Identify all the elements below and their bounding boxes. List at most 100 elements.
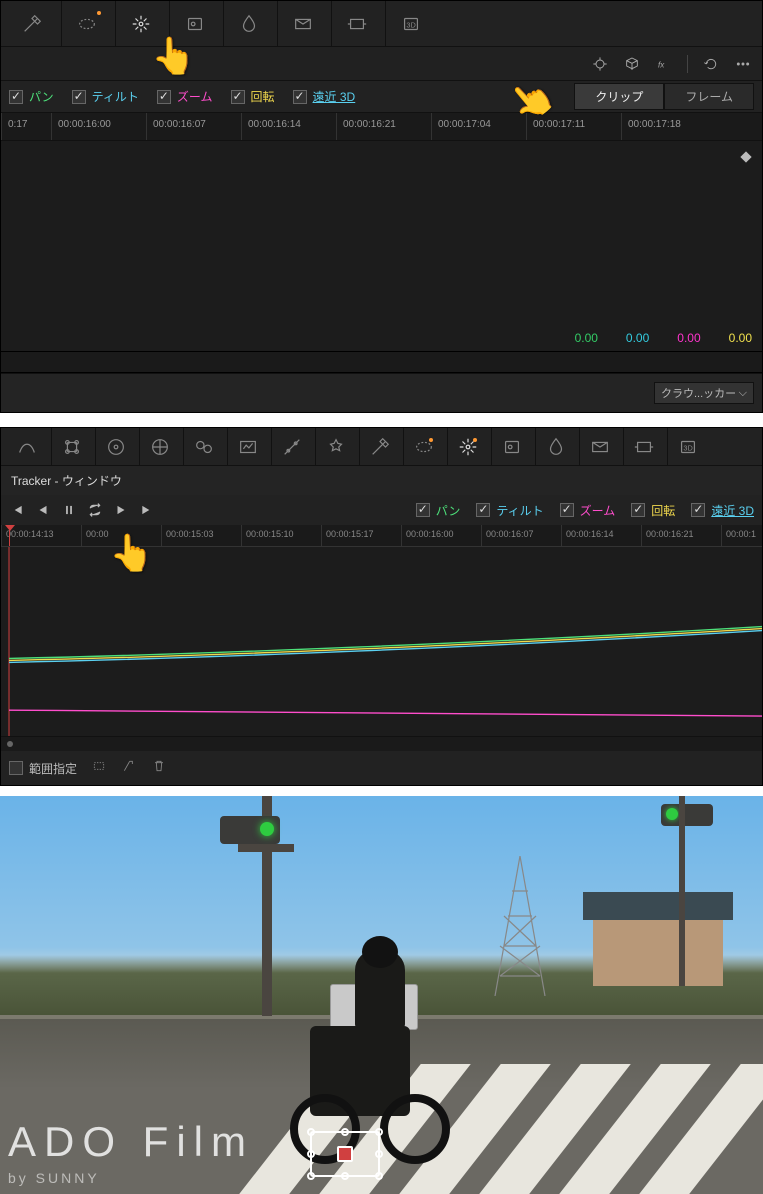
check-zoom[interactable]: ズーム	[157, 88, 213, 105]
window-shape2-icon[interactable]	[403, 428, 443, 466]
pause-button[interactable]	[61, 502, 77, 518]
clip-frame-tabs: クリップ フレーム	[574, 83, 754, 110]
check-perspective-3d-2[interactable]: 遠近 3D	[691, 502, 754, 519]
sizing2-icon[interactable]	[623, 428, 663, 466]
ruler-tick: 00:00:16:07	[146, 113, 241, 140]
tool-palette-top: 3D	[1, 1, 762, 47]
ruler-tick: 00:00:16:21	[336, 113, 431, 140]
add-point-icon[interactable]	[121, 758, 137, 779]
magic-mask2-icon[interactable]	[491, 428, 531, 466]
warper-icon[interactable]	[51, 428, 91, 466]
ruler-tick: 00:00:17:04	[431, 113, 526, 140]
tracker2-icon[interactable]	[447, 428, 487, 466]
trash-icon[interactable]	[151, 758, 167, 779]
keyframe-diamond-icon[interactable]	[740, 151, 751, 162]
check-rotate-2[interactable]: 回転	[631, 502, 675, 519]
tracker-fx-icon[interactable]: fx	[651, 51, 677, 77]
warp-icon[interactable]	[315, 428, 355, 466]
check-rotate[interactable]: 回転	[231, 88, 275, 105]
check-tilt[interactable]: ティルト	[72, 88, 139, 105]
tracker-type-dropdown[interactable]: クラウ...ッカー ⌵	[654, 382, 754, 404]
tracker-subtoolbar: fx	[1, 47, 762, 81]
tracker-type-row: クラウ...ッカー ⌵	[1, 373, 762, 412]
tab-clip[interactable]: クリップ	[574, 83, 664, 110]
gap	[0, 786, 763, 796]
check-tilt-2[interactable]: ティルト	[476, 502, 543, 519]
scene-motorcycle	[270, 926, 440, 1156]
playhead[interactable]	[9, 525, 10, 546]
tracker-panel-clip: 3D 👆 fx パン ティルト ズーム 回転 遠近 3D クリップ フレーム 👆…	[0, 0, 763, 413]
track-rev-all-button[interactable]	[9, 502, 25, 518]
hdr-wheel-icon[interactable]	[139, 428, 179, 466]
track-fwd-all-button[interactable]	[139, 502, 155, 518]
dropdown-label: クラウ...ッカー	[661, 385, 736, 401]
key2-icon[interactable]	[579, 428, 619, 466]
tracker-playbar: パン ティルト ズーム 回転 遠近 3D	[1, 495, 762, 525]
blur2-icon[interactable]	[535, 428, 575, 466]
watermark-text: ADO Film	[8, 1118, 254, 1166]
check-zoom-2[interactable]: ズーム	[560, 502, 616, 519]
check-pan-2[interactable]: パン	[416, 502, 461, 519]
tracker-cube-icon[interactable]	[619, 51, 645, 77]
ruler-tick: 00:00:16:21	[641, 525, 721, 546]
handle-ml[interactable]	[307, 1150, 315, 1158]
check-perspective-3d[interactable]: 遠近 3D	[293, 88, 356, 105]
scroll-indicator[interactable]	[1, 737, 762, 751]
check-pan[interactable]: パン	[9, 88, 54, 105]
track-window-overlay[interactable]	[310, 1131, 380, 1177]
magic-mask-icon[interactable]	[169, 1, 219, 47]
handle-center[interactable]	[337, 1146, 353, 1162]
ruler-tick: 00:00:15:10	[241, 525, 321, 546]
tracker-graph-curves[interactable]	[1, 547, 762, 737]
ruler-tick: 00:00:17:18	[621, 113, 716, 140]
track-axis-checkboxes-2: パン ティルト ズーム 回転 遠近 3D	[416, 502, 754, 519]
sizing-icon[interactable]	[331, 1, 381, 47]
scopes-icon[interactable]	[227, 428, 267, 466]
wheel-icon[interactable]	[95, 428, 135, 466]
check-range-spec[interactable]: 範囲指定	[9, 760, 77, 777]
track-rev-step-button[interactable]	[35, 502, 51, 518]
tab-frame[interactable]: フレーム	[664, 83, 754, 110]
handle-tr[interactable]	[375, 1128, 383, 1136]
blur-icon[interactable]	[223, 1, 273, 47]
tracker-target-icon[interactable]	[587, 51, 613, 77]
3d2-icon[interactable]: 3D	[667, 428, 707, 466]
timeline-ruler-2[interactable]: 00:00:14:13 00:00 00:00:15:03 00:00:15:1…	[1, 525, 762, 547]
3d-icon[interactable]: 3D	[385, 1, 435, 47]
ruler-tick: 00:00:16:14	[561, 525, 641, 546]
scene-signal-front	[220, 816, 280, 844]
ruler-tick: 00:00:16:00	[401, 525, 481, 546]
key-icon[interactable]	[277, 1, 327, 47]
ruler-tick: 00:00:1	[721, 525, 762, 546]
tracker-graph-empty[interactable]: 0.00 0.00 0.00 0.00	[1, 141, 762, 351]
handle-mr[interactable]	[375, 1150, 383, 1158]
options-icon[interactable]	[730, 51, 756, 77]
preview-viewport[interactable]: ADO Film by SUNNY	[0, 796, 763, 1194]
handle-tm[interactable]	[341, 1128, 349, 1136]
mixer-icon[interactable]	[183, 428, 223, 466]
ruler-tick: 00:00:16:07	[481, 525, 561, 546]
scene-house	[593, 916, 723, 986]
handle-tl[interactable]	[307, 1128, 315, 1136]
custom-curves-icon[interactable]	[271, 428, 311, 466]
bounds-icon[interactable]	[91, 758, 107, 779]
curves-icon[interactable]	[7, 428, 47, 466]
track-fwd-step-button[interactable]	[113, 502, 129, 518]
panel-title: Tracker - ウィンドウ	[1, 466, 762, 495]
ruler-tick: 00:00:17:11	[526, 113, 621, 140]
track-axis-checkboxes: パン ティルト ズーム 回転 遠近 3D クリップ フレーム	[1, 81, 762, 113]
value-tilt: 0.00	[626, 331, 649, 345]
handle-bm[interactable]	[341, 1172, 349, 1180]
reset-icon[interactable]	[698, 51, 724, 77]
qualifier2-icon[interactable]	[359, 428, 399, 466]
ruler-tick: 00:00:15:03	[161, 525, 241, 546]
loop-button[interactable]	[87, 502, 103, 518]
watermark-subtext: by SUNNY	[8, 1170, 100, 1186]
tracker-icon[interactable]	[115, 1, 165, 47]
tracker-bottom-bar: 範囲指定	[1, 751, 762, 785]
timeline-ruler[interactable]: 0:17 00:00:16:00 00:00:16:07 00:00:16:14…	[1, 113, 762, 141]
handle-bl[interactable]	[307, 1172, 315, 1180]
handle-br[interactable]	[375, 1172, 383, 1180]
qualifier-icon[interactable]	[7, 1, 57, 47]
window-shape-icon[interactable]	[61, 1, 111, 47]
